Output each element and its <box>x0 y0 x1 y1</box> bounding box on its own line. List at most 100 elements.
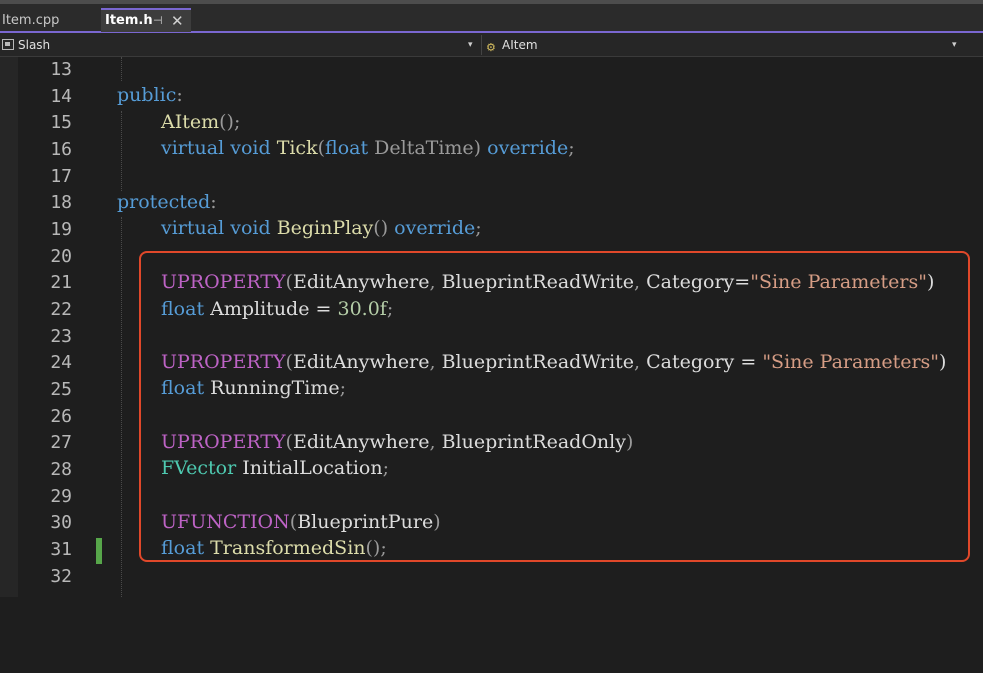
editor-surface[interactable]: 13 14 15 16 17 18 19 20 21 22 23 24 25 2… <box>0 57 983 597</box>
project-dropdown[interactable]: Slash ▾ <box>0 35 480 55</box>
scope-label: AItem <box>502 38 538 52</box>
tab-item-h[interactable]: Item.h ⊣ ✕ <box>101 8 191 32</box>
punctuation: ( <box>285 351 293 373</box>
keyword: public <box>117 84 177 106</box>
macro-argument: Category= <box>646 271 751 293</box>
punctuation: , <box>429 271 436 293</box>
code-line: float TransformedSin(); <box>161 537 387 559</box>
macro-argument: BlueprintReadOnly <box>441 431 626 453</box>
code-line: protected: <box>117 191 217 213</box>
punctuation: () <box>373 217 389 239</box>
punctuation: ; <box>568 137 575 159</box>
modified-line-indicator <box>96 538 102 564</box>
scope-dropdown[interactable]: ⚙ AItem ▾ <box>481 35 964 55</box>
line-number: 31 <box>50 539 72 560</box>
macro-argument: EditAnywhere <box>292 271 430 293</box>
keyword: virtual <box>161 137 225 159</box>
pin-icon[interactable]: ⊣ <box>153 10 163 32</box>
close-icon[interactable]: ✕ <box>171 10 184 32</box>
punctuation: ( <box>285 431 293 453</box>
keyword: protected <box>117 191 211 213</box>
punctuation: , <box>634 351 641 373</box>
line-number: 23 <box>50 326 72 347</box>
punctuation: ; <box>386 298 394 320</box>
keyword: float <box>161 298 205 320</box>
keyword: void <box>230 217 271 239</box>
line-number: 21 <box>50 272 72 293</box>
tab-item-cpp[interactable]: Item.cpp <box>0 10 100 32</box>
punctuation: ; <box>475 217 482 239</box>
keyword: override <box>487 137 569 159</box>
macro-argument: BlueprintPure <box>297 511 434 533</box>
macro-argument: EditAnywhere <box>292 431 430 453</box>
line-number: 19 <box>50 219 72 240</box>
punctuation: , <box>429 431 436 453</box>
code-line: UFUNCTION(BlueprintPure) <box>161 511 441 533</box>
function-name: TransformedSin <box>210 537 366 559</box>
punctuation: (); <box>365 537 387 559</box>
keyword: void <box>230 137 271 159</box>
keyword: virtual <box>161 217 225 239</box>
keyword: override <box>394 217 476 239</box>
macro: UPROPERTY <box>161 431 286 453</box>
code-line: UPROPERTY(EditAnywhere, BlueprintReadWri… <box>161 271 934 293</box>
operator: = <box>315 298 332 320</box>
class-icon: ⚙ <box>486 41 496 54</box>
project-icon <box>2 39 14 50</box>
string-literal: "Sine Parameters" <box>762 351 940 373</box>
project-label: Slash <box>18 38 51 52</box>
keyword: float <box>325 137 369 159</box>
punctuation: ( <box>285 271 293 293</box>
macro-argument: Category <box>646 351 735 373</box>
macro: UPROPERTY <box>161 271 286 293</box>
document-tab-strip: Item.cpp Item.h ⊣ ✕ <box>0 0 983 33</box>
identifier: RunningTime <box>210 377 340 399</box>
line-number: 22 <box>50 299 72 320</box>
punctuation: ( <box>317 137 326 159</box>
line-number: 30 <box>50 512 72 533</box>
type-name: FVector <box>161 457 237 479</box>
code-line: float Amplitude = 30.0f; <box>161 298 393 320</box>
string-literal: "Sine Parameters" <box>750 271 927 293</box>
punctuation: ; <box>382 457 390 479</box>
code-line: FVector InitialLocation; <box>161 457 389 479</box>
navigation-bar: Slash ▾ ⚙ AItem ▾ <box>0 33 983 57</box>
chevron-down-icon: ▾ <box>468 40 473 50</box>
glyph-margin <box>0 57 18 597</box>
line-number: 28 <box>50 459 72 480</box>
tab-label: Item.h <box>105 13 153 28</box>
punctuation: ) <box>473 137 482 159</box>
line-number: 13 <box>50 59 72 80</box>
code-editor-window: Item.cpp Item.h ⊣ ✕ Slash ▾ ⚙ AItem ▾ 13… <box>0 0 983 597</box>
code-line: virtual void BeginPlay() override; <box>161 217 482 239</box>
punctuation: , <box>634 271 641 293</box>
line-number: 24 <box>50 352 72 373</box>
line-number: 32 <box>50 566 72 587</box>
code-line: public: <box>117 84 183 106</box>
number-literal: 30.0f <box>337 298 387 320</box>
line-number: 17 <box>50 166 72 187</box>
punctuation: ) <box>625 431 634 453</box>
punctuation: ; <box>339 377 347 399</box>
code-line: float RunningTime; <box>161 377 346 399</box>
code-line: UPROPERTY(EditAnywhere, BlueprintReadWri… <box>161 351 946 373</box>
punctuation: (); <box>219 111 241 133</box>
punctuation: , <box>429 351 436 373</box>
macro: UFUNCTION <box>161 511 290 533</box>
line-number: 25 <box>50 379 72 400</box>
keyword: float <box>161 537 205 559</box>
line-number: 29 <box>50 486 72 507</box>
macro: UPROPERTY <box>161 351 286 373</box>
punctuation: : <box>176 84 183 106</box>
tab-label: Item.cpp <box>2 13 60 28</box>
macro-argument: BlueprintReadWrite <box>441 351 635 373</box>
punctuation: : <box>210 191 217 213</box>
code-line: UPROPERTY(EditAnywhere, BlueprintReadOnl… <box>161 431 633 453</box>
chevron-down-icon: ▾ <box>952 40 957 50</box>
parameter: DeltaTime <box>374 137 474 159</box>
code-text[interactable]: public: AItem(); virtual void Tick(float… <box>117 57 983 597</box>
code-line: virtual void Tick(float DeltaTime) overr… <box>161 137 575 159</box>
identifier: Amplitude <box>210 298 310 320</box>
line-number: 27 <box>50 432 72 453</box>
macro-argument: EditAnywhere <box>292 351 430 373</box>
